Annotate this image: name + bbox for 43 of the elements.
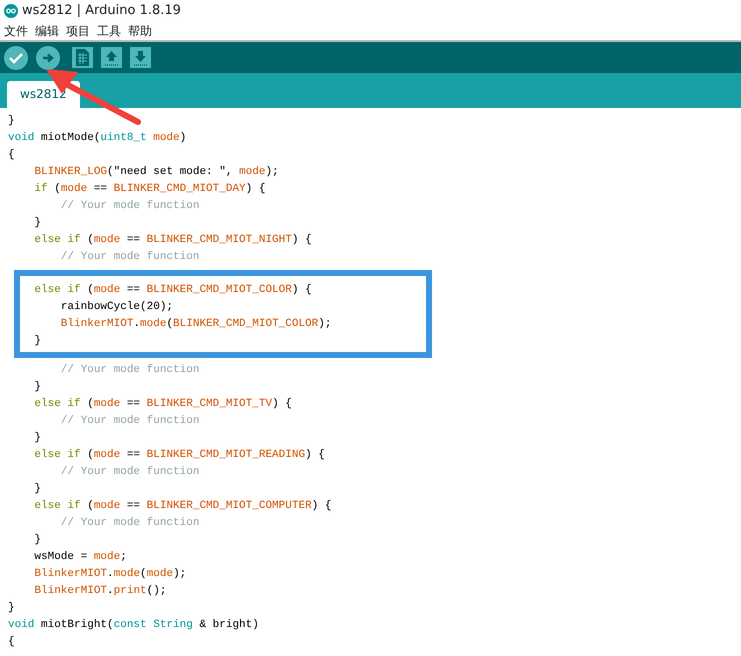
code-line: } [33, 431, 42, 446]
code-line: // Your mode function [60, 516, 200, 531]
code-line: // Your mode function [60, 465, 200, 480]
code-line: } [8, 114, 16, 129]
code-line: } [33, 482, 42, 497]
open-button[interactable] [101, 47, 122, 68]
code-line: } [33, 533, 42, 548]
code-line: // Your mode function [60, 363, 200, 378]
window-title: ws2812 | Arduino 1.8.19 [22, 2, 181, 20]
code-line: BlinkerMIOT.print(); [33, 584, 168, 599]
verify-button[interactable] [4, 46, 28, 70]
code-line: rainbowCycle(20); [60, 300, 174, 315]
code-line: { [8, 635, 16, 650]
menu-item[interactable]: 帮助 [128, 22, 152, 40]
code-line: else if (mode == BLINKER_CMD_MIOT_COMPUTER) { [33, 499, 332, 514]
menu-item[interactable]: 编辑 [35, 22, 59, 40]
editor-tab[interactable]: ws2812 [7, 81, 80, 108]
code-line: } [33, 380, 42, 395]
code-line: else if (mode == BLINKER_CMD_MIOT_NIGHT) { [33, 233, 313, 248]
menu-item[interactable]: 项目 [66, 22, 90, 40]
code-line: BlinkerMIOT.mode(mode); [33, 567, 188, 582]
code-line: } [8, 601, 16, 616]
save-button[interactable] [130, 47, 151, 68]
app-logo-icon [4, 4, 18, 18]
code-line: { [8, 148, 16, 163]
code-line: wsMode = mode; [33, 550, 128, 565]
code-line: } [33, 334, 42, 349]
code-line: } [33, 216, 42, 231]
code-line: else if (mode == BLINKER_CMD_MIOT_TV) { [33, 397, 293, 412]
code-line: else if (mode == BLINKER_CMD_MIOT_COLOR) { [33, 283, 313, 298]
code-line: if (mode == BLINKER_CMD_MIOT_DAY) { [33, 182, 266, 197]
code-line: void miotMode(uint8_t mode) [8, 131, 188, 146]
menu-item[interactable]: 工具 [97, 22, 121, 40]
menu-item[interactable]: 文件 [4, 22, 28, 40]
code-line: // Your mode function [60, 199, 200, 214]
upload-button[interactable] [36, 46, 60, 70]
code-line: else if (mode == BLINKER_CMD_MIOT_READING) { [33, 448, 326, 463]
code-line: // Your mode function [60, 250, 200, 265]
new-button[interactable] [72, 47, 93, 68]
code-line: // Your mode function [60, 414, 200, 429]
code-line: BLINKER_LOG("need set mode: ", mode); [33, 165, 280, 180]
code-line: void miotBright(const String & bright) [8, 618, 260, 633]
code-line: BlinkerMIOT.mode(BLINKER_CMD_MIOT_COLOR); [60, 317, 332, 332]
